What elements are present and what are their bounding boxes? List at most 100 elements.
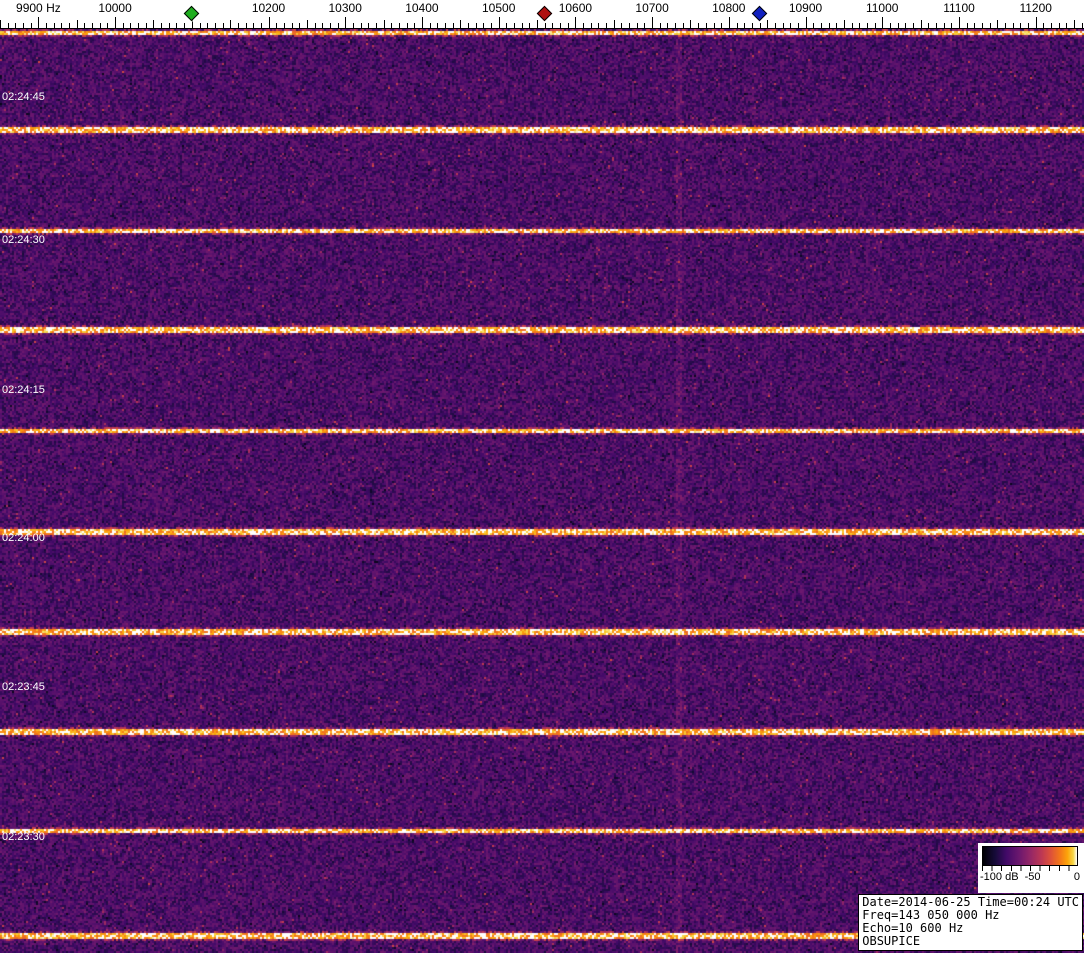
ruler-tick [882, 17, 884, 28]
ruler-tick [1051, 23, 1052, 28]
colorbar-gradient[interactable] [982, 846, 1078, 866]
frequency-tick-label: 10400 [405, 1, 439, 15]
ruler-tick [1074, 20, 1075, 28]
ruler-tick [705, 23, 707, 28]
info-line: OBSUPICE [862, 934, 921, 948]
ruler-tick [329, 23, 331, 28]
ruler-tick [283, 23, 285, 28]
red-marker[interactable] [536, 5, 553, 22]
frequency-tick-label: 10600 [558, 1, 593, 15]
ruler-tick [314, 23, 316, 28]
ruler-tick [629, 23, 631, 28]
ruler-tick [421, 17, 423, 28]
ruler-tick [682, 23, 684, 28]
ruler-tick [874, 23, 876, 28]
ruler-tick [368, 23, 370, 28]
ruler-tick [207, 23, 209, 28]
ruler-tick [352, 23, 354, 28]
ruler-tick [935, 23, 937, 28]
frequency-tick-label: 10300 [328, 1, 362, 15]
ruler-tick [943, 23, 945, 28]
ruler-tick [728, 17, 730, 28]
ruler-tick [905, 23, 907, 28]
ruler-tick [813, 23, 815, 28]
frequency-tick-label: 11200 [1019, 1, 1052, 15]
ruler-tick [483, 23, 485, 28]
ruler-tick [1028, 23, 1029, 28]
frequency-tick-label: 10700 [635, 1, 669, 15]
info-box: Date=2014-06-25 Time=00:24 UTC Freq=143 0… [858, 894, 1083, 951]
ruler-tick [690, 20, 692, 28]
ruler-tick [989, 23, 991, 28]
frequency-tick-label: 9900 Hz [16, 1, 61, 15]
ruler-tick [337, 23, 339, 28]
ruler-tick [751, 23, 753, 28]
time-label: 02:24:15 [2, 384, 45, 396]
waterfall-spectrogram[interactable] [0, 29, 1084, 953]
ruler-tick [0, 20, 1, 28]
ruler-tick [491, 23, 492, 28]
colorbar-label-max: 0 [1073, 871, 1080, 883]
ruler-tick [598, 23, 600, 28]
ruler-tick [797, 23, 799, 28]
ruler-tick [138, 23, 140, 28]
ruler-tick [398, 23, 400, 28]
ruler-tick [299, 23, 301, 28]
ruler-tick [498, 17, 500, 28]
ruler-tick [1043, 23, 1045, 28]
ruler-tick [468, 23, 469, 28]
ruler-tick [161, 23, 163, 28]
ruler-tick [544, 23, 546, 28]
ruler-tick [383, 20, 385, 28]
ruler-tick [61, 23, 63, 28]
ruler-tick [828, 23, 830, 28]
ruler-tick [866, 23, 868, 28]
ruler-tick [414, 23, 416, 28]
ruler-tick [222, 23, 224, 28]
ruler-tick [122, 23, 124, 28]
ruler-tick [997, 20, 999, 28]
frequency-ruler[interactable]: 9900 Hz 10000 10200 10300 10400 10500 10600 107… [0, 0, 1084, 29]
ruler-tick [253, 23, 255, 28]
ruler-tick [30, 23, 32, 28]
ruler-tick [782, 23, 784, 28]
ruler-tick [790, 23, 792, 28]
ruler-tick [460, 20, 462, 28]
ruler-tick [851, 23, 853, 28]
ruler-tick [859, 23, 861, 28]
ruler-tick [744, 23, 746, 28]
colorbar-label-min: -100 dB [980, 871, 1019, 883]
ruler-tick [644, 23, 646, 28]
ruler-tick [659, 23, 661, 28]
ruler-tick [912, 23, 914, 28]
ruler-tick [199, 23, 201, 28]
ruler-tick [521, 23, 523, 28]
ruler-tick [406, 23, 408, 28]
colorbar-panel: -100 dB -50 0 [978, 843, 1084, 893]
ruler-tick [7, 23, 9, 28]
green-marker[interactable] [184, 5, 200, 22]
time-label: 02:23:30 [2, 831, 45, 843]
ruler-tick [130, 23, 132, 28]
blue-marker[interactable] [751, 5, 768, 22]
ruler-tick [583, 23, 584, 28]
ruler-tick [836, 23, 838, 28]
frequency-tick-label: 10000 [98, 1, 132, 15]
ruler-tick [84, 23, 86, 28]
ruler-tick [805, 17, 807, 28]
frequency-tick-label: 11000 [865, 1, 899, 15]
frequency-tick-label: 10500 [482, 1, 516, 15]
frequency-tick-label: 11100 [943, 1, 975, 15]
ruler-tick [506, 23, 508, 28]
ruler-tick [237, 23, 239, 28]
ruler-tick [176, 23, 178, 28]
time-label: 02:24:45 [2, 91, 45, 103]
ruler-tick [452, 23, 454, 28]
ruler-tick [552, 23, 554, 28]
ruler-tick [38, 17, 40, 28]
ruler-tick [345, 17, 347, 28]
ruler-tick [636, 23, 638, 28]
ruler-tick [928, 23, 930, 28]
ruler-tick [23, 23, 24, 28]
ruler-tick [767, 20, 769, 28]
